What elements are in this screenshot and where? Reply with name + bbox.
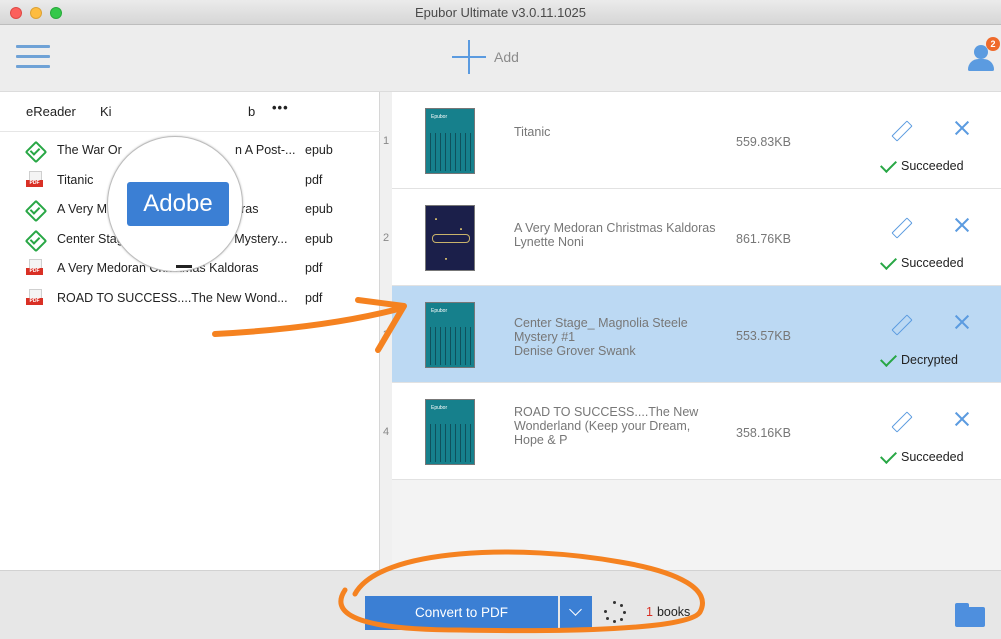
edit-pencil-icon[interactable] <box>889 119 913 143</box>
hamburger-menu-icon[interactable] <box>16 45 50 71</box>
library-item-format: pdf <box>305 261 323 275</box>
pdf-icon: PDF <box>26 288 44 307</box>
conversion-row-selected[interactable]: 3 Epubor Center Stage_ Magnolia Steele M… <box>383 286 1001 383</box>
epub-icon <box>26 200 44 218</box>
library-item-title: ROAD TO SUCCESS....The New Wond... <box>57 290 288 305</box>
book-cover: Epubor <box>425 399 475 465</box>
edit-pencil-icon[interactable] <box>889 216 913 240</box>
plus-icon <box>452 40 486 74</box>
books-count: 1 books <box>646 605 691 619</box>
title-bar: Epubor Ultimate v3.0.11.1025 <box>0 0 1001 25</box>
add-button[interactable]: Add <box>452 37 519 77</box>
book-author: Denise Grover Swank <box>514 344 636 358</box>
window-title: Epubor Ultimate v3.0.11.1025 <box>414 5 587 20</box>
loading-spinner-icon <box>604 601 626 623</box>
conversion-row[interactable]: 4 Epubor ROAD TO SUCCESS....The New Wond… <box>383 383 1001 480</box>
checkmark-icon <box>880 350 897 367</box>
book-size: 358.16KB <box>736 426 791 440</box>
notification-badge: 2 <box>986 37 1000 51</box>
book-title: Center Stage_ Magnolia Steele Mystery #1… <box>514 316 729 358</box>
library-item-format: epub <box>305 202 333 216</box>
checkmark-icon <box>880 156 897 173</box>
source-tabs: eReader Ki b ••• <box>0 92 380 132</box>
edit-pencil-icon[interactable] <box>889 313 913 337</box>
book-size: 559.83KB <box>736 135 791 149</box>
toolbar: Add 2 <box>0 25 1001 92</box>
convert-button[interactable]: Convert to PDF <box>365 596 558 630</box>
app-window: Epubor Ultimate v3.0.11.1025 Add 2 eRead… <box>0 0 1001 639</box>
tab-other[interactable]: b <box>248 104 255 119</box>
convert-format-dropdown[interactable] <box>560 596 592 630</box>
book-cover: Epubor <box>425 302 475 368</box>
book-cover <box>425 205 475 271</box>
status-badge: Decrypted <box>878 350 958 367</box>
magnifier-underline <box>176 265 192 268</box>
row-number: 3 <box>382 329 390 341</box>
library-item-format: pdf <box>305 172 323 187</box>
pdf-icon: PDF <box>26 170 44 189</box>
remove-x-icon[interactable] <box>953 410 971 428</box>
row-number: 2 <box>382 232 390 244</box>
epub-icon <box>26 141 44 159</box>
status-badge: Succeeded <box>878 253 964 270</box>
edit-pencil-icon[interactable] <box>889 410 913 434</box>
pdf-icon: PDF <box>26 259 44 277</box>
remove-x-icon[interactable] <box>953 216 971 234</box>
status-badge: Succeeded <box>878 447 964 464</box>
library-item-title-tail: n A Post-... <box>235 143 296 157</box>
tab-ereader[interactable]: eReader <box>26 104 76 119</box>
book-cover: Epubor <box>425 108 475 174</box>
book-title: Titanic <box>514 125 551 139</box>
library-item-format: pdf <box>305 290 323 305</box>
book-author: Lynette Noni <box>514 235 584 249</box>
add-label: Add <box>494 49 519 65</box>
checkmark-icon <box>880 253 897 270</box>
checkmark-icon <box>880 447 897 464</box>
library-item-format: epub <box>305 143 333 157</box>
status-badge: Succeeded <box>878 156 964 173</box>
book-title: A Very Medoran Christmas Kaldoras Lynett… <box>514 221 729 249</box>
remove-x-icon[interactable] <box>953 313 971 331</box>
epub-icon <box>26 230 44 248</box>
user-icon[interactable]: 2 <box>966 37 1000 73</box>
bottom-bar: Convert to PDF 1 books <box>0 570 1001 639</box>
book-size: 861.76KB <box>736 232 791 246</box>
tab-more[interactable]: ••• <box>272 100 289 115</box>
library-panel: eReader Ki b ••• The War Or n A Post-...… <box>0 92 380 570</box>
conversion-panel: 1 Epubor Titanic 559.83KB Succeeded 2 A … <box>380 92 1001 570</box>
row-number: 1 <box>382 135 390 147</box>
folder-icon[interactable] <box>955 603 985 627</box>
book-size: 553.57KB <box>736 329 791 343</box>
magnifier-callout: Adobe <box>107 136 243 272</box>
tab-adobe[interactable]: Adobe <box>127 182 229 226</box>
remove-x-icon[interactable] <box>953 119 971 137</box>
library-item-format: epub <box>305 231 333 246</box>
conversion-row[interactable]: 2 A Very Medoran Christmas Kaldoras Lyne… <box>383 189 1001 286</box>
conversion-row[interactable]: 1 Epubor Titanic 559.83KB Succeeded <box>383 92 1001 189</box>
library-item[interactable]: PDF ROAD TO SUCCESS....The New Wond... p… <box>0 284 380 314</box>
tab-kindle[interactable]: Ki <box>100 104 112 119</box>
book-title: ROAD TO SUCCESS....The New Wonderland (K… <box>514 405 699 447</box>
row-number: 4 <box>382 426 390 438</box>
